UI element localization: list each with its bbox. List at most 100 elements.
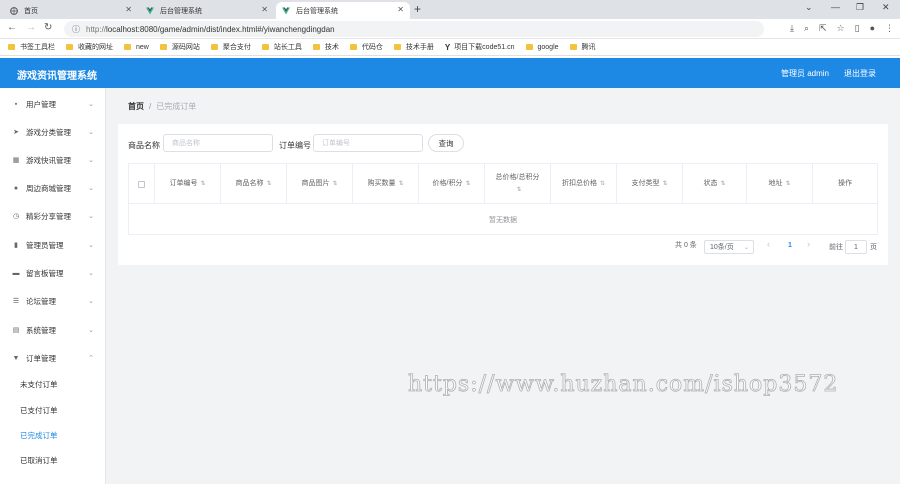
sidebar-subitem-paid[interactable]: 已支付订单: [0, 398, 106, 423]
sidebar-subitem-completed[interactable]: 已完成订单: [0, 423, 106, 448]
sidebar-subitem-cancelled[interactable]: 已取消订单: [0, 448, 106, 473]
column-header[interactable]: 订单编号 ⇅: [155, 164, 221, 204]
current-page[interactable]: 1: [788, 242, 792, 249]
app-title: 游戏资讯管理系统: [17, 71, 97, 82]
close-tab-icon[interactable]: ✕: [261, 5, 268, 14]
chevron-down-icon: ⌄: [88, 270, 94, 277]
download-icon[interactable]: ⤓: [790, 23, 794, 34]
sort-icon[interactable]: ⇅: [785, 178, 790, 190]
restore-icon[interactable]: ❐: [856, 2, 864, 13]
sidebar-item-system[interactable]: ▤ 系统管理 ⌄: [0, 316, 106, 344]
tab-search-icon[interactable]: ⌄: [805, 2, 813, 13]
sidebar-item-game-news[interactable]: ▦ 游戏快讯管理 ⌄: [0, 146, 106, 174]
sidebar-item-orders[interactable]: ▼ 订单管理 ⌃: [0, 344, 106, 372]
close-tab-icon[interactable]: ✕: [397, 5, 404, 14]
column-header[interactable]: 价格/积分 ⇅: [419, 164, 485, 204]
tab-label: 首页: [24, 7, 38, 15]
column-header[interactable]: 状态 ⇅: [683, 164, 747, 204]
bookmark-item[interactable]: 代码仓: [349, 42, 383, 52]
star-icon[interactable]: ☆: [837, 23, 845, 34]
sidebar-item-users[interactable]: ▪ 用户管理 ⌄: [0, 90, 106, 118]
bookmark-item[interactable]: 技术手册: [393, 42, 434, 52]
zoom-icon[interactable]: ⌕: [804, 23, 809, 34]
folder-icon: [8, 44, 15, 50]
folder-icon: [66, 44, 73, 50]
bookmark-item[interactable]: 腾讯: [569, 42, 596, 52]
sort-icon[interactable]: ⇅: [516, 184, 521, 196]
browser-tab-admin-active[interactable]: 后台管理系统 ✕: [276, 2, 410, 19]
profile-icon[interactable]: ●: [870, 23, 875, 34]
sidebar-item-label: 游戏分类管理: [26, 127, 71, 137]
column-header[interactable]: 折扣总价格 ⇅: [551, 164, 617, 204]
bookmark-item[interactable]: 站长工具: [261, 42, 302, 52]
page-size-value: 10条/页: [710, 244, 734, 251]
order-no-input[interactable]: 订单编号: [313, 134, 423, 152]
sort-icon[interactable]: ⇅: [200, 178, 205, 190]
bookmark-item[interactable]: 书签工具栏: [8, 42, 55, 52]
logout-button[interactable]: 退出登录: [844, 68, 876, 79]
next-page-button[interactable]: ›: [807, 239, 810, 249]
new-tab-icon[interactable]: +: [414, 2, 421, 16]
bookmark-item[interactable]: Y 项目下载code51.cn: [445, 42, 515, 52]
query-button[interactable]: 查询: [428, 134, 464, 152]
close-window-icon[interactable]: ✕: [882, 2, 890, 13]
page-size-select[interactable]: 10条/页 ⌄: [704, 240, 754, 254]
column-header[interactable]: 商品名称 ⇅: [221, 164, 287, 204]
column-header-label: 地址: [768, 180, 783, 187]
sort-icon[interactable]: ⇅: [465, 178, 470, 190]
chevron-down-icon: ⌄: [88, 129, 94, 136]
sort-icon[interactable]: ⇅: [600, 178, 605, 190]
sidebar-subitem-unpaid[interactable]: 未支付订单: [0, 372, 106, 397]
chart-icon: ▮: [14, 242, 18, 249]
sort-icon[interactable]: ⇅: [332, 178, 337, 190]
sidebar-item-forum[interactable]: ☰ 论坛管理 ⌄: [0, 287, 106, 315]
column-header[interactable]: 支付类型 ⇅: [617, 164, 683, 204]
bookmark-item[interactable]: new: [124, 44, 149, 51]
sort-icon[interactable]: ⇅: [398, 178, 403, 190]
sidebar-item-shop[interactable]: ● 周边商城管理 ⌄: [0, 174, 106, 202]
menu-icon[interactable]: ⋮: [885, 23, 894, 34]
url-field[interactable]: ⓘ http://localhost:8080/game/admin/dist/…: [64, 21, 764, 37]
back-icon[interactable]: ←: [7, 22, 17, 33]
url-text: localhost:8080/game/admin/dist/index.htm…: [106, 24, 335, 34]
close-tab-icon[interactable]: ✕: [125, 5, 132, 14]
sidebar-item-game-category[interactable]: ➤ 游戏分类管理 ⌄: [0, 118, 106, 146]
minimize-icon[interactable]: —: [831, 2, 840, 12]
reload-icon[interactable]: ↻: [44, 22, 52, 33]
sidebar-item-label: 订单管理: [26, 353, 56, 363]
bookmark-label: 腾讯: [581, 44, 596, 51]
select-all-checkbox[interactable]: [138, 180, 145, 188]
chevron-down-icon: ⌄: [88, 213, 94, 220]
share-icon[interactable]: ⇱: [819, 23, 827, 34]
column-header[interactable]: 总价格/总积分 ⇅: [485, 164, 551, 204]
info-icon[interactable]: ⓘ: [72, 24, 80, 35]
bookmark-label: new: [136, 43, 149, 51]
breadcrumb-home[interactable]: 首页: [128, 102, 144, 111]
bookmark-item[interactable]: google: [525, 44, 559, 51]
sort-icon[interactable]: ⇅: [266, 178, 271, 190]
goto-page-input[interactable]: 1: [845, 240, 867, 254]
sidebar-item-admins[interactable]: ▮ 管理员管理 ⌄: [0, 231, 106, 259]
sort-icon[interactable]: ⇅: [720, 178, 725, 190]
query-button-label: 查询: [438, 138, 454, 148]
sidebar-subitem-label: 已取消订单: [20, 456, 58, 465]
bookmark-item[interactable]: 技术: [312, 42, 339, 52]
column-header[interactable]: 购买数量 ⇅: [353, 164, 419, 204]
folder-icon: [210, 44, 218, 50]
product-name-input[interactable]: 商品名称: [163, 134, 273, 152]
browser-tab-home[interactable]: 首页 ✕: [4, 2, 138, 19]
total-count: 共 0 条: [675, 242, 697, 249]
sidebar-item-share[interactable]: ◷ 精彩分享管理 ⌄: [0, 202, 106, 230]
sidepanel-icon[interactable]: ▯: [855, 23, 860, 34]
column-header[interactable]: 地址 ⇅: [747, 164, 813, 204]
sidebar-item-messages[interactable]: ▬ 留言板管理 ⌄: [0, 259, 106, 287]
bookmark-item[interactable]: 聚合支付: [210, 42, 251, 52]
column-header-label: 总价格/总积分: [495, 174, 540, 181]
prev-page-button[interactable]: ‹: [767, 239, 770, 249]
bookmark-item[interactable]: 收藏的网址: [66, 42, 113, 52]
bookmark-item[interactable]: 源码网站: [159, 42, 200, 52]
sort-icon[interactable]: ⇅: [662, 178, 667, 190]
browser-tab-admin[interactable]: 后台管理系统 ✕: [140, 2, 274, 19]
forward-icon[interactable]: →: [26, 22, 36, 33]
column-header[interactable]: 商品图片 ⇅: [287, 164, 353, 204]
